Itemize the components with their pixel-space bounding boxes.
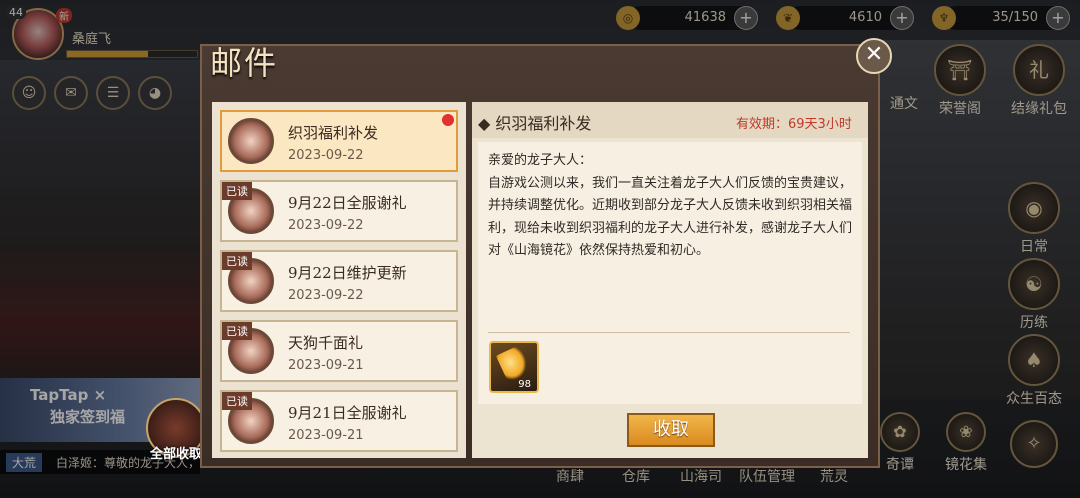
mail-title: 9月21日全服谢礼 xyxy=(288,404,407,422)
envelope-icon xyxy=(228,118,274,164)
mail-body: 亲爱的龙子大人： 自游戏公测以来，我们一直关注着龙子大人们反馈的宝贵建议，并持续… xyxy=(488,153,853,258)
close-button[interactable]: ✕ xyxy=(856,38,892,74)
mail-item[interactable]: 已读 9月22日全服谢礼 2023-09-22 xyxy=(220,180,458,242)
divider xyxy=(488,332,850,333)
mail-title: 9月22日维护更新 xyxy=(288,264,407,282)
mail-date: 2023-09-22 xyxy=(288,218,364,233)
dialog-title: 邮件 xyxy=(210,44,279,82)
claim-button[interactable]: 收取 xyxy=(627,413,715,447)
validity-label: 有效期：69天3小时 xyxy=(736,117,852,132)
collect-all-label: 全部收取 xyxy=(150,447,203,462)
read-tag: 已读 xyxy=(222,322,252,340)
attachment-count: 98 xyxy=(518,379,531,390)
attachment-slot[interactable]: 98 xyxy=(489,341,539,393)
mail-date: 2023-09-22 xyxy=(288,288,364,303)
mail-item[interactable]: 已读 9月22日维护更新 2023-09-22 xyxy=(220,250,458,312)
mail-title: 织羽福利补发 xyxy=(288,124,379,142)
unread-dot xyxy=(442,114,454,126)
detail-title-text: 织羽福利补发 xyxy=(495,114,592,133)
mail-title: 9月22日全服谢礼 xyxy=(288,194,407,212)
mail-date: 2023-09-21 xyxy=(288,358,364,373)
read-tag: 已读 xyxy=(222,392,252,410)
mail-list[interactable]: 织羽福利补发 2023-09-22 已读 9月22日全服谢礼 2023-09-2… xyxy=(212,102,466,458)
mail-item[interactable]: 已读 9月21日全服谢礼 2023-09-21 xyxy=(220,390,458,452)
mail-date: 2023-09-22 xyxy=(288,148,364,163)
mail-item[interactable]: 织羽福利补发 2023-09-22 xyxy=(220,110,458,172)
detail-title: ◆ 织羽福利补发 xyxy=(478,114,592,133)
mail-item[interactable]: 已读 天狗千面礼 2023-09-21 xyxy=(220,320,458,382)
mail-title: 天狗千面礼 xyxy=(288,334,364,352)
read-tag: 已读 xyxy=(222,182,252,200)
golden-feather-icon xyxy=(495,344,533,384)
read-tag: 已读 xyxy=(222,252,252,270)
mail-date: 2023-09-21 xyxy=(288,428,364,443)
